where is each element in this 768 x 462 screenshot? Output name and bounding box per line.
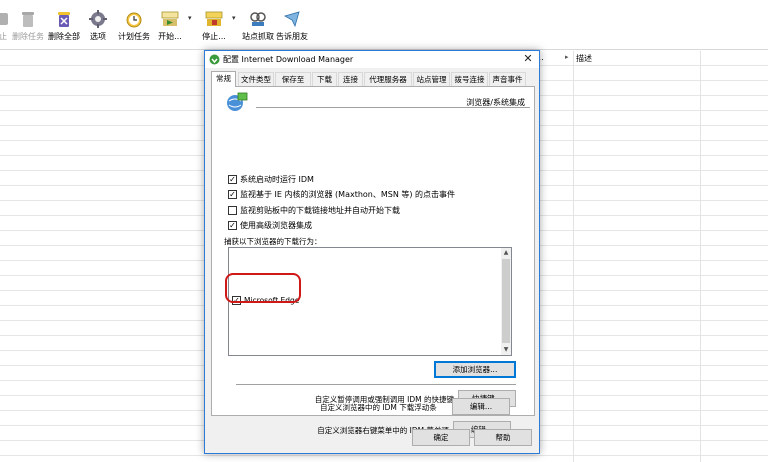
checkbox-advanced-integration[interactable]: 使用高级浏览器集成	[228, 220, 312, 232]
tab-save-to[interactable]: 保存至	[275, 72, 311, 86]
column-divider	[700, 51, 701, 462]
column-header-description[interactable]: 描述	[576, 53, 592, 64]
toolbar-start-queue-button[interactable]: 开始...	[156, 10, 184, 48]
options-gear-icon	[89, 10, 107, 28]
checkbox-checked-icon[interactable]	[228, 221, 237, 230]
float-bar-edit-button[interactable]: 编辑...	[452, 398, 510, 415]
checkbox-label: 系统启动时运行 IDM	[240, 175, 314, 184]
toolbar-site-grabber-button[interactable]: 站点抓取	[242, 10, 274, 48]
ok-button[interactable]: 确定	[412, 429, 470, 446]
toolbar-tell-friend-button[interactable]: 告诉朋友	[276, 10, 308, 48]
browser-list-scrollbar[interactable]: ▲ ▼	[501, 248, 511, 355]
checkbox-label: 使用高级浏览器集成	[240, 221, 312, 230]
config-dialog: 配置 Internet Download Manager ✕ 常规 文件类型 保…	[204, 50, 540, 454]
toolbar-start-queue-label: 开始...	[158, 32, 182, 41]
toolbar-scheduler-label: 计划任务	[118, 32, 150, 41]
checkbox-monitor-ie-clicks[interactable]: 监视基于 IE 内核的浏览器 (Maxthon、MSN 等) 的点击事件	[228, 189, 455, 201]
tab-general[interactable]: 常规	[211, 71, 236, 87]
sort-indicator-icon: ▸	[565, 53, 569, 61]
checkbox-run-on-startup[interactable]: 系统启动时运行 IDM	[228, 174, 314, 186]
dialog-title: 配置 Internet Download Manager	[223, 55, 354, 64]
tell-friend-icon	[283, 11, 300, 28]
scroll-down-icon[interactable]: ▼	[501, 345, 511, 355]
column-divider	[573, 51, 574, 462]
toolbar-delete-task-button[interactable]: 删除任务	[11, 10, 45, 48]
site-grabber-icon	[250, 12, 266, 26]
stop-queue-icon	[205, 11, 223, 26]
idm-app-icon	[209, 54, 220, 65]
browser-integration-icon	[227, 92, 248, 111]
stop-queue-dropdown-arrow[interactable]: ▾	[232, 14, 236, 22]
tab-site-logins[interactable]: 站点管理	[413, 72, 450, 86]
toolbar-delete-all-button[interactable]: 删除全部	[47, 10, 81, 48]
toolbar-options-button[interactable]: 选项	[86, 10, 110, 48]
add-browser-button[interactable]: 添加浏览器...	[434, 361, 516, 378]
checkbox-unchecked-icon[interactable]	[228, 206, 237, 215]
toolbar-tell-friend-label: 告诉朋友	[276, 32, 308, 41]
scheduler-clock-icon	[126, 12, 142, 28]
section-title: 浏览器/系统集成	[466, 98, 525, 107]
tab-connection[interactable]: 连接	[338, 72, 363, 86]
toolbar-site-grabber-label: 站点抓取	[242, 32, 274, 41]
float-bar-label: 自定义浏览器中的 IDM 下载浮动条	[320, 403, 437, 412]
tab-downloads[interactable]: 下载	[312, 72, 337, 86]
dialog-tabs: 常规 文件类型 保存至 下载 连接 代理服务器 站点管理 拨号连接 声音事件	[211, 71, 537, 87]
toolbar-delete-task-label: 删除任务	[12, 32, 44, 41]
tab-file-types[interactable]: 文件类型	[238, 72, 274, 86]
tab-sounds[interactable]: 声音事件	[489, 72, 526, 86]
close-icon[interactable]: ✕	[521, 52, 535, 66]
highlight-ring	[225, 273, 301, 303]
toolbar-scheduler-button[interactable]: 计划任务	[117, 10, 151, 48]
checkbox-label: 监视剪贴板中的下载链接地址并自动开始下载	[240, 206, 400, 215]
tab-proxy[interactable]: 代理服务器	[364, 72, 412, 86]
dialog-titlebar[interactable]: 配置 Internet Download Manager ✕	[205, 51, 539, 68]
checkbox-checked-icon[interactable]	[228, 190, 237, 199]
toolbar-stop-button[interactable]: 止	[0, 10, 10, 48]
start-queue-dropdown-arrow[interactable]: ▾	[188, 14, 192, 22]
tab-dial-up[interactable]: 拨号连接	[451, 72, 488, 86]
toolbar-stop-queue-button[interactable]: 停止...	[200, 10, 228, 48]
capture-browsers-label: 捕获以下浏览器的下载行为：	[224, 237, 322, 246]
delete-task-icon	[22, 12, 34, 27]
checkbox-label: 监视基于 IE 内核的浏览器 (Maxthon、MSN 等) 的点击事件	[240, 190, 456, 199]
checkbox-monitor-clipboard[interactable]: 监视剪贴板中的下载链接地址并自动开始下载	[228, 205, 400, 217]
toolbar-stop-queue-label: 停止...	[202, 32, 226, 41]
section-divider	[236, 384, 516, 385]
general-tab-panel: 浏览器/系统集成 系统启动时运行 IDM 监视基于 IE 内核的浏览器 (Max…	[211, 86, 535, 416]
scrollbar-thumb[interactable]	[502, 259, 510, 343]
help-button[interactable]: 帮助	[474, 429, 532, 446]
toolbar-options-label: 选项	[90, 32, 106, 41]
start-queue-icon	[161, 11, 179, 26]
main-toolbar: 止 删除任务 删除全部 选项 计划任务 开始... ▾ 停止... ▾ 站点抓取…	[0, 0, 768, 50]
toolbar-delete-all-label: 删除全部	[48, 32, 80, 41]
delete-all-icon	[58, 12, 70, 27]
toolbar-stop-label: 止	[0, 32, 7, 41]
checkbox-checked-icon[interactable]	[228, 175, 237, 184]
scroll-up-icon[interactable]: ▲	[501, 248, 511, 258]
